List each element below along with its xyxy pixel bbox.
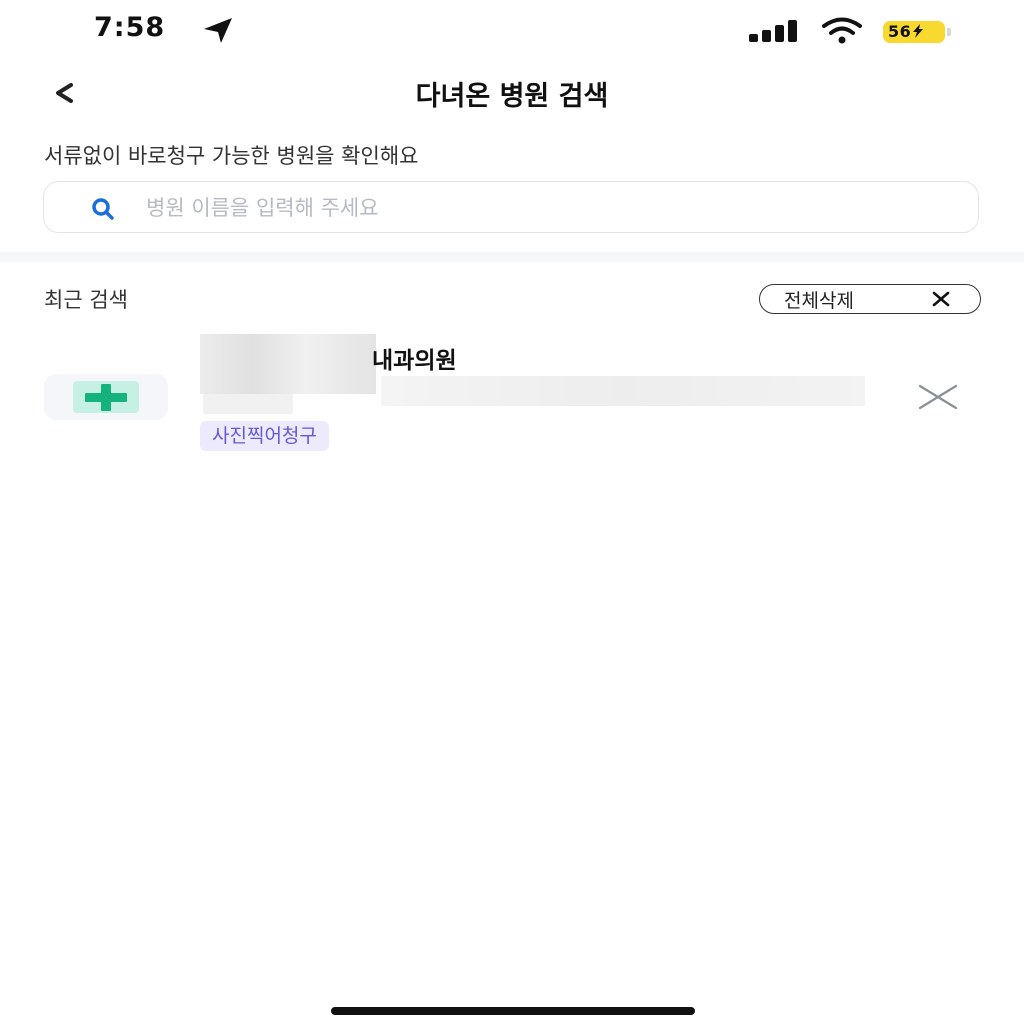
recent-search-item[interactable]: 내과의원 사진찍어청구 — [0, 330, 1024, 460]
charging-bolt-icon — [913, 24, 924, 38]
cellular-signal-icon — [749, 20, 797, 42]
home-indicator — [331, 1007, 695, 1015]
battery-tip — [947, 28, 951, 36]
navigation-bar: 다녀온 병원 검색 — [0, 62, 1024, 122]
intro-subtitle: 서류없이 바로청구 가능한 병원을 확인해요 — [44, 144, 419, 168]
section-divider — [0, 252, 1024, 262]
wifi-icon — [822, 17, 862, 44]
hospital-name: 내과의원 — [372, 348, 457, 374]
clear-all-label: 전체삭제 — [784, 290, 854, 312]
battery-indicator: 56 — [883, 21, 951, 45]
battery-level-value: 56 — [888, 22, 912, 41]
recent-search-title: 최근 검색 — [44, 288, 128, 312]
status-bar: 7:58 56 — [0, 0, 1024, 62]
search-box[interactable] — [43, 181, 979, 233]
hospital-logo — [44, 374, 168, 420]
hospital-cross-icon-vertical — [101, 384, 111, 411]
battery-level: 56 — [888, 22, 924, 41]
search-input[interactable] — [144, 188, 948, 228]
redacted-detail — [203, 394, 293, 414]
search-icon — [92, 198, 114, 220]
page-title: 다녀온 병원 검색 — [415, 81, 609, 112]
clear-all-button[interactable]: 전체삭제 — [759, 284, 981, 314]
claim-badge: 사진찍어청구 — [200, 421, 329, 451]
remove-item-button[interactable] — [916, 382, 960, 412]
redacted-address — [381, 376, 865, 406]
redacted-hospital-name — [200, 334, 376, 394]
location-arrow-icon — [204, 18, 232, 43]
status-time: 7:58 — [94, 12, 166, 43]
close-icon — [918, 384, 958, 410]
close-icon — [932, 291, 950, 307]
